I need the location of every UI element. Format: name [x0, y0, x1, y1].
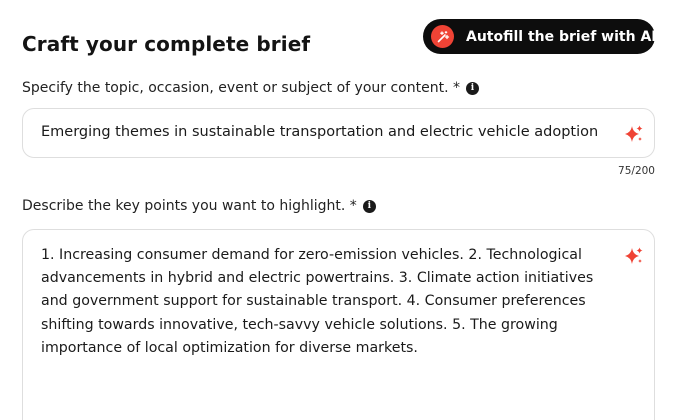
brief-form: Craft your complete brief Autofill the b…: [0, 0, 676, 420]
topic-input-value[interactable]: Emerging themes in sustainable transport…: [41, 124, 617, 140]
topic-input[interactable]: Emerging themes in sustainable transport…: [22, 108, 655, 158]
key-points-textarea[interactable]: 1. Increasing consumer demand for zero-e…: [22, 229, 655, 420]
info-icon[interactable]: i: [362, 199, 376, 213]
page-title: Craft your complete brief: [22, 32, 311, 56]
key-points-label-text: Describe the key points you want to high…: [22, 198, 357, 214]
topic-label: Specify the topic, occasion, event or su…: [22, 80, 479, 96]
sparkle-icon[interactable]: [624, 124, 644, 144]
autofill-ai-button[interactable]: Autofill the brief with AI: [423, 19, 657, 54]
topic-char-counter: 75/200: [618, 165, 655, 177]
key-points-label: Describe the key points you want to high…: [22, 198, 376, 214]
topic-label-text: Specify the topic, occasion, event or su…: [22, 80, 460, 96]
magic-wand-icon: [431, 25, 454, 48]
sparkle-icon[interactable]: [624, 246, 644, 266]
info-icon[interactable]: i: [465, 81, 479, 95]
autofill-button-label: Autofill the brief with AI: [466, 28, 657, 45]
key-points-value[interactable]: 1. Increasing consumer demand for zero-e…: [41, 244, 601, 360]
